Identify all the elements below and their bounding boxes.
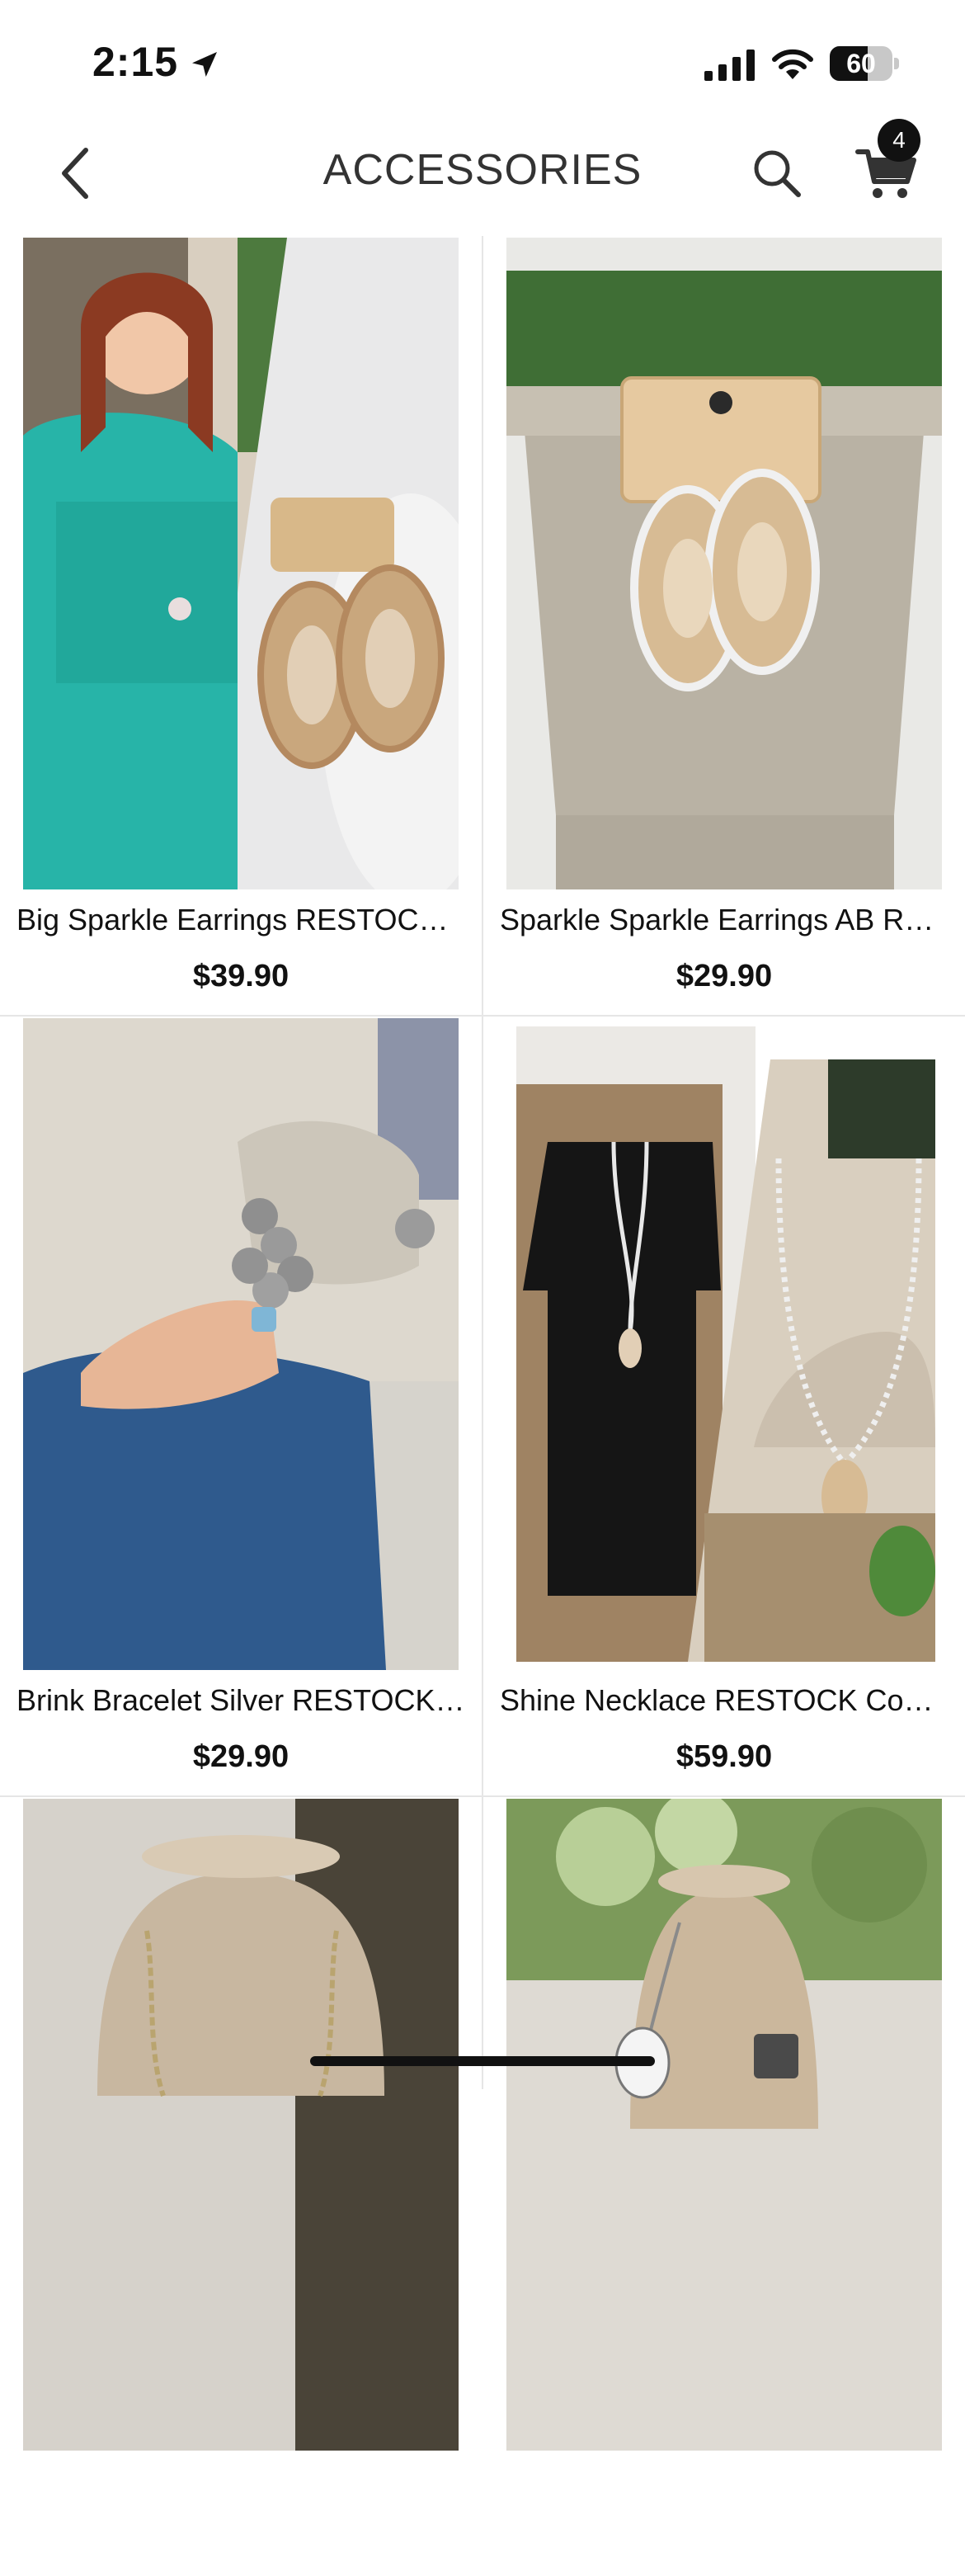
product-price: $29.90 xyxy=(192,1739,290,1774)
product-price: $59.90 xyxy=(676,1739,773,1774)
product-image-necklace-on-bust[interactable] xyxy=(23,1799,459,2451)
product-price: $39.90 xyxy=(192,959,290,993)
location-arrow-icon xyxy=(192,52,217,77)
search-icon[interactable] xyxy=(749,145,807,203)
product-card[interactable]: Sparkle Sparkle Earrings AB RE… $29.90 xyxy=(483,236,965,1015)
product-card[interactable]: Big Sparkle Earrings RESTOCK… $39.90 xyxy=(0,236,482,1015)
page-title: ACCESSORIES xyxy=(322,146,643,194)
product-grid: Big Sparkle Earrings RESTOCK… $39.90 Spa… xyxy=(0,236,965,2451)
product-name[interactable]: Brink Bracelet Silver RESTOCK… xyxy=(16,1683,465,1718)
product-card[interactable] xyxy=(483,1797,965,2576)
battery-indicator: 60 xyxy=(830,46,899,81)
cellular-signal-icon xyxy=(704,50,755,81)
product-price: $29.90 xyxy=(676,959,773,993)
product-name[interactable]: Big Sparkle Earrings RESTOCK… xyxy=(16,903,465,937)
cart-count-badge: 4 xyxy=(878,119,920,162)
grid-divider-row2 xyxy=(0,1795,965,1797)
product-card[interactable]: Brink Bracelet Silver RESTOCK… $29.90 xyxy=(0,1017,482,1795)
product-image-shine-necklace[interactable] xyxy=(506,1018,942,1670)
grid-divider-row1 xyxy=(0,1015,965,1017)
product-image-sparkle-sparkle-earrings[interactable] xyxy=(506,238,942,889)
product-card[interactable]: Shine Necklace RESTOCK Com… $59.90 xyxy=(483,1017,965,1795)
status-time: 2:15 xyxy=(92,39,179,85)
grid-divider-vertical xyxy=(482,236,483,2089)
product-card[interactable] xyxy=(0,1797,482,2576)
product-image-big-sparkle-earrings[interactable] xyxy=(23,238,459,889)
nav-bar: ACCESSORIES xyxy=(0,116,965,231)
product-name[interactable]: Sparkle Sparkle Earrings AB RE… xyxy=(500,903,949,937)
product-image-brink-bracelet-silver[interactable] xyxy=(23,1018,459,1670)
status-bar: 2:15 60 xyxy=(0,0,965,116)
product-image-pendant-necklaces[interactable] xyxy=(506,1799,942,2451)
battery-percent: 60 xyxy=(846,49,876,78)
wifi-icon xyxy=(772,49,813,79)
product-name[interactable]: Shine Necklace RESTOCK Com… xyxy=(500,1683,949,1718)
home-indicator[interactable] xyxy=(310,2056,655,2066)
